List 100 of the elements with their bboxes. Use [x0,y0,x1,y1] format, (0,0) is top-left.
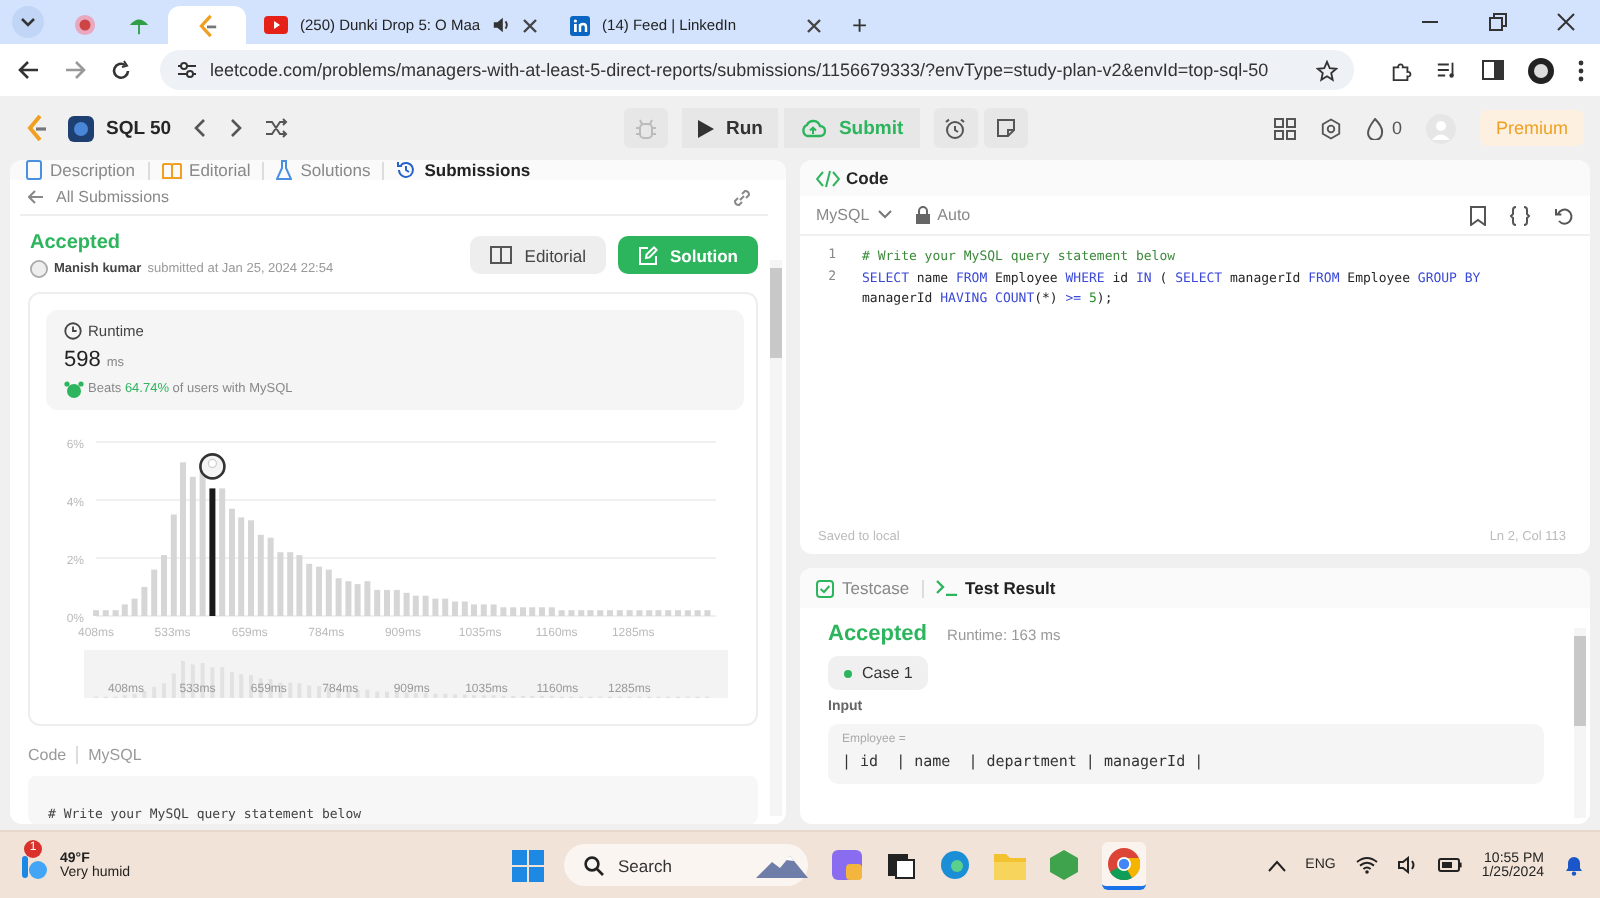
histogram-bar[interactable] [675,610,681,616]
tab-list-button[interactable] [12,6,44,38]
histogram-bar[interactable] [607,610,613,616]
histogram-bar[interactable] [384,589,390,616]
debug-button[interactable] [624,108,668,148]
hexagon-app-icon[interactable] [1050,850,1078,880]
site-settings-icon[interactable] [176,60,198,80]
layout-grid-icon[interactable] [1273,117,1296,139]
braces-icon[interactable] [1510,205,1530,225]
more-menu-icon[interactable] [1578,59,1584,81]
user-avatar-icon [30,260,48,278]
histogram-bar[interactable] [151,569,158,616]
histogram-bar[interactable] [238,517,245,616]
copilot-app-icon[interactable] [832,850,862,880]
histogram-bar[interactable] [587,610,594,616]
scrollbar[interactable] [770,260,782,816]
histogram-bar[interactable] [229,508,235,616]
auto-mode-label[interactable]: Auto [915,206,971,224]
reset-icon[interactable] [1554,205,1574,225]
streak-counter[interactable]: 0 [1365,117,1402,139]
histogram-bar[interactable] [646,610,653,616]
battery-icon[interactable] [1437,858,1462,872]
bookmark-icon[interactable] [1470,205,1486,225]
notification-bell-icon[interactable] [1564,854,1584,876]
histogram-bar[interactable] [597,610,604,616]
editorial-button[interactable]: Editorial [470,236,606,274]
notes-button[interactable] [983,108,1028,148]
histogram-bar[interactable] [248,520,254,616]
address-field[interactable]: leetcode.com/problems/managers-with-at-least-5-direct-reports/submissions/1156679333/?envType=study-plan-v2&envId=top-sql-50 [160,50,1354,90]
side-panel-icon[interactable] [1482,60,1504,80]
language-label: MySQL [88,746,142,764]
puzzle-icon[interactable] [1390,59,1412,81]
histogram-bar[interactable] [452,601,458,616]
run-button[interactable]: Run [682,108,779,148]
submission-bar[interactable] [209,488,216,616]
browser-tab[interactable] [168,6,246,44]
panel-tab[interactable]: Submissions [392,160,535,180]
umbrella-favicon-icon [128,14,150,36]
close-window-icon[interactable] [1556,12,1576,32]
profile-avatar-icon[interactable] [1528,57,1554,83]
histogram-bar[interactable] [616,610,623,616]
shuffle-icon[interactable] [263,118,288,138]
histogram-bar[interactable] [93,610,99,616]
histogram-bar[interactable] [180,462,186,616]
chrome-browser-icon[interactable] [1102,841,1146,889]
histogram-bar[interactable] [665,610,672,616]
histogram-bar[interactable] [316,566,322,616]
histogram-bar[interactable] [102,610,109,616]
folder-icon[interactable] [994,851,1026,879]
restore-icon[interactable] [1488,12,1508,32]
histogram-bar[interactable] [461,601,468,616]
wifi-icon[interactable] [1355,856,1378,874]
histogram-bar[interactable] [694,610,701,616]
taskbar-search-field[interactable]: Search [564,844,808,886]
histogram-bar[interactable] [529,607,536,616]
user-avatar-icon[interactable] [1425,113,1456,143]
histogram-bar[interactable] [626,610,633,616]
panel-tab[interactable]: Test Result [931,578,1060,598]
edge-browser-icon[interactable] [940,850,970,880]
histogram-bar[interactable] [471,604,477,616]
histogram-bar[interactable] [161,555,167,616]
reload-icon[interactable] [110,59,132,81]
settings-icon[interactable] [1319,117,1342,139]
task-view-icon[interactable] [886,850,916,880]
histogram-bar[interactable] [112,610,119,616]
star-icon[interactable] [1316,59,1338,81]
range-overview-drawing[interactable] [84,650,728,698]
leetcode-logo-icon[interactable] [24,114,48,142]
new-tab-button[interactable]: + [840,10,880,40]
study-plan-title[interactable]: SQL 50 [106,117,172,139]
histogram-bar[interactable] [296,555,303,616]
weather-icon[interactable] [20,850,48,880]
back-arrow-icon[interactable] [18,60,40,80]
histogram-bar[interactable] [141,587,148,616]
all-submissions-link[interactable]: All Submissions [28,188,169,206]
link-icon[interactable] [732,187,752,207]
speaker-icon[interactable] [1397,856,1418,874]
histogram-bar[interactable] [170,514,177,616]
scrollbar[interactable] [1574,628,1586,818]
histogram-bar[interactable] [684,610,691,616]
forward-arrow-icon[interactable] [64,60,86,80]
histogram-bar[interactable] [704,610,711,616]
histogram-bar[interactable] [520,607,526,616]
media-queue-icon[interactable] [1436,60,1458,80]
language-dropdown[interactable]: MySQL [816,206,892,224]
histogram-bar[interactable] [568,610,575,616]
histogram-bar[interactable] [578,610,585,616]
timer-button[interactable] [933,108,978,148]
windows-start-icon[interactable] [512,849,544,881]
histogram-bar[interactable] [655,610,662,616]
chevron-up-icon[interactable] [1267,859,1286,871]
case-tab[interactable]: Case 1 [828,656,929,690]
histogram-bar[interactable] [539,607,545,616]
chevron-right-icon[interactable] [227,118,244,138]
histogram-bar[interactable] [403,592,410,616]
chevron-left-icon[interactable] [191,118,208,138]
histogram-bar[interactable] [558,610,565,616]
close-icon[interactable] [806,17,823,33]
close-icon[interactable] [522,17,539,33]
histogram-bar[interactable] [636,610,643,616]
